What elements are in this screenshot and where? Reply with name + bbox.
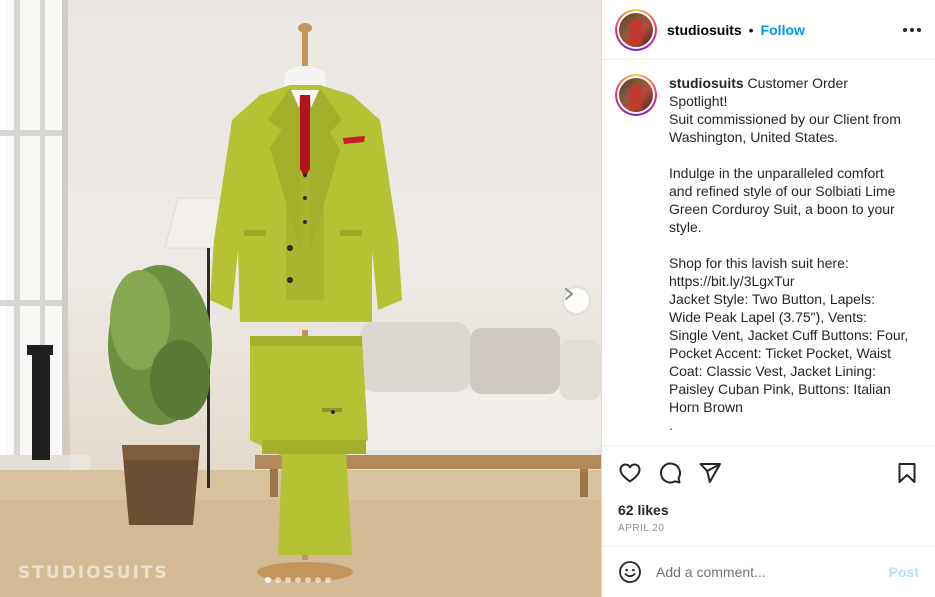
suit-illustration <box>0 0 601 597</box>
avatar[interactable] <box>615 8 657 51</box>
caption-username[interactable]: studiosuits <box>669 75 744 91</box>
carousel-dot <box>295 577 301 583</box>
instagram-post: STUDIOSUITS studiosuits • Follow studios… <box>0 0 935 597</box>
chevron-right-icon <box>565 288 573 300</box>
likes-count[interactable]: 62 likes <box>602 499 935 521</box>
caption-text: Customer Order Spotlight! Suit commissio… <box>669 75 909 433</box>
more-options-button[interactable] <box>903 27 921 32</box>
follow-button[interactable]: Follow <box>761 22 805 38</box>
carousel-dot <box>305 577 311 583</box>
caption-avatar[interactable] <box>615 74 657 116</box>
avatar-image <box>619 12 653 47</box>
post-side-panel: studiosuits • Follow studiosuits Custome… <box>601 0 935 597</box>
separator-dot: • <box>748 21 754 38</box>
post-photo[interactable]: STUDIOSUITS <box>0 0 601 597</box>
carousel-indicator <box>265 577 331 583</box>
post-comment-button[interactable]: Post <box>889 564 919 580</box>
heart-icon[interactable] <box>618 461 642 485</box>
comment-input[interactable] <box>656 564 889 580</box>
comment-box: Post <box>602 546 935 597</box>
post-header: studiosuits • Follow <box>602 0 935 60</box>
carousel-dot <box>315 577 321 583</box>
username[interactable]: studiosuits <box>667 22 742 38</box>
more-horizontal-icon <box>903 27 907 32</box>
carousel-dot <box>285 577 291 583</box>
carousel-dot <box>265 577 271 583</box>
avatar-image <box>619 78 653 112</box>
post-date[interactable]: APRIL 20 <box>602 521 935 541</box>
comment-icon[interactable] <box>658 461 682 485</box>
next-photo-button[interactable] <box>564 288 589 313</box>
caption-area: studiosuits Customer Order Spotlight! Su… <box>602 60 935 445</box>
photo-watermark: STUDIOSUITS <box>18 563 169 583</box>
send-icon[interactable] <box>698 461 722 485</box>
caption: studiosuits Customer Order Spotlight! Su… <box>669 74 909 445</box>
carousel-dot <box>275 577 281 583</box>
carousel-dot <box>325 577 331 583</box>
emoji-icon[interactable] <box>618 560 642 584</box>
bookmark-icon[interactable] <box>895 461 919 485</box>
action-bar <box>602 445 935 499</box>
